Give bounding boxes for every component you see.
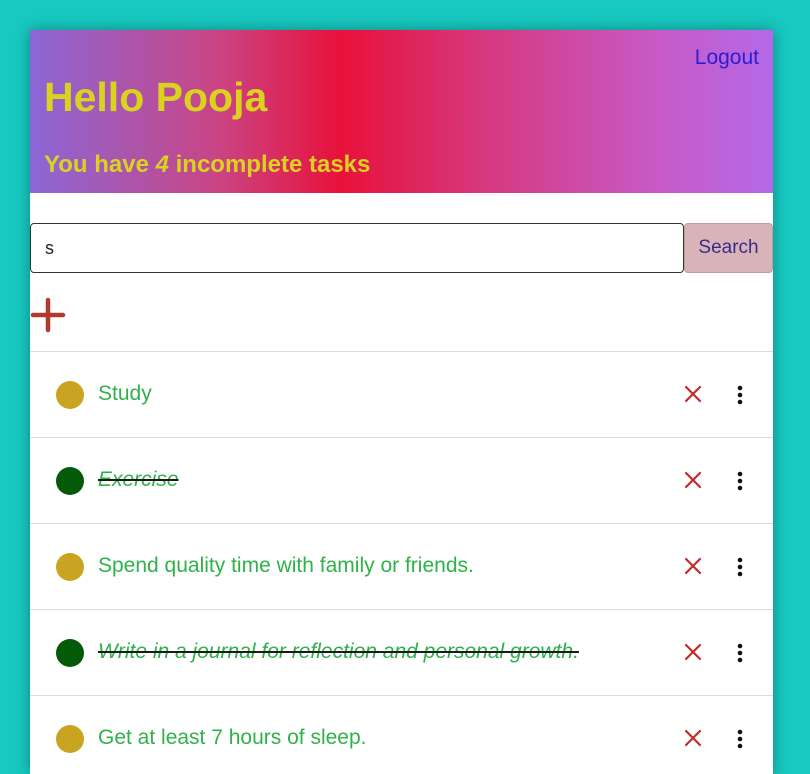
header-banner: Logout Hello Pooja You have 4 incomplete… bbox=[30, 30, 773, 193]
close-icon bbox=[684, 729, 702, 747]
task-status-toggle[interactable] bbox=[56, 639, 84, 667]
summary-prefix: You have bbox=[44, 151, 156, 178]
task-options-button[interactable] bbox=[730, 727, 750, 751]
plus-icon bbox=[30, 297, 66, 333]
delete-task-button[interactable] bbox=[683, 642, 703, 662]
task-item: Study bbox=[30, 351, 773, 437]
search-bar: Search bbox=[30, 223, 773, 273]
more-vertical-icon bbox=[737, 729, 743, 749]
task-text: Get at least 7 hours of sleep. bbox=[98, 726, 367, 749]
task-summary: You have 4 incomplete tasks bbox=[44, 151, 370, 179]
close-icon bbox=[684, 385, 702, 403]
task-text: Write in a journal for reflection and pe… bbox=[98, 640, 579, 663]
task-text: Exercise bbox=[98, 468, 179, 491]
task-item: Write in a journal for reflection and pe… bbox=[30, 609, 773, 695]
task-item: Get at least 7 hours of sleep. bbox=[30, 695, 773, 774]
search-button[interactable]: Search bbox=[684, 223, 773, 273]
delete-task-button[interactable] bbox=[683, 470, 703, 490]
add-task-button[interactable] bbox=[30, 297, 66, 333]
greeting-title: Hello Pooja bbox=[44, 74, 268, 120]
task-status-toggle[interactable] bbox=[56, 553, 84, 581]
delete-task-button[interactable] bbox=[683, 728, 703, 748]
task-item: Spend quality time with family or friend… bbox=[30, 523, 773, 609]
task-status-toggle[interactable] bbox=[56, 725, 84, 753]
close-icon bbox=[684, 557, 702, 575]
more-vertical-icon bbox=[737, 385, 743, 405]
task-list: Study Exercise Spend quality time with fam… bbox=[30, 351, 773, 774]
task-text: Spend quality time with family or friend… bbox=[98, 554, 474, 577]
task-options-button[interactable] bbox=[730, 641, 750, 665]
close-icon bbox=[684, 471, 702, 489]
delete-task-button[interactable] bbox=[683, 384, 703, 404]
todo-card: Logout Hello Pooja You have 4 incomplete… bbox=[30, 30, 773, 774]
logout-link[interactable]: Logout bbox=[695, 46, 759, 70]
task-status-toggle[interactable] bbox=[56, 381, 84, 409]
incomplete-count: 4 bbox=[155, 151, 169, 178]
search-input[interactable] bbox=[30, 223, 684, 273]
task-options-button[interactable] bbox=[730, 555, 750, 579]
task-options-button[interactable] bbox=[730, 383, 750, 407]
delete-task-button[interactable] bbox=[683, 556, 703, 576]
task-status-toggle[interactable] bbox=[56, 467, 84, 495]
summary-suffix: incomplete tasks bbox=[168, 151, 371, 178]
more-vertical-icon bbox=[737, 643, 743, 663]
more-vertical-icon bbox=[737, 471, 743, 491]
close-icon bbox=[684, 643, 702, 661]
task-text: Study bbox=[98, 382, 152, 405]
task-item: Exercise bbox=[30, 437, 773, 523]
more-vertical-icon bbox=[737, 557, 743, 577]
task-options-button[interactable] bbox=[730, 469, 750, 493]
